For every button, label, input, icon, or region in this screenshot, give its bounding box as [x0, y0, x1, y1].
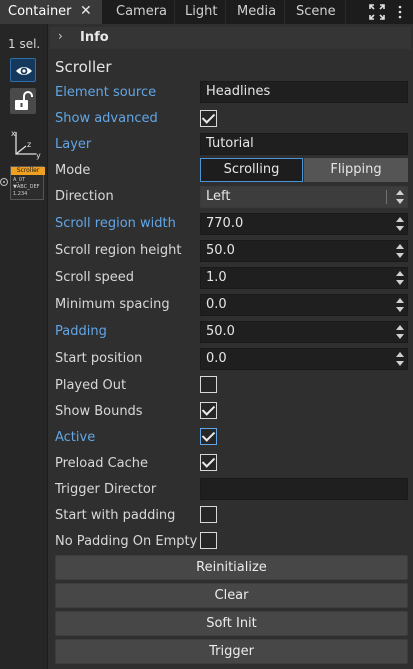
mode-scrolling-button[interactable]: Scrolling — [200, 158, 303, 182]
no-padding-on-empty-label: No Padding On Empty — [55, 534, 198, 549]
visibility-toggle[interactable] — [10, 58, 36, 82]
direction-dropdown[interactable]: Left — [200, 186, 408, 208]
played-out-label: Played Out — [55, 378, 127, 393]
dropdown-arrows-icon — [396, 189, 404, 205]
preload-cache-checkbox[interactable] — [200, 454, 217, 471]
start-position-value: 0.0 — [206, 351, 227, 366]
show-bounds-checkbox[interactable] — [200, 402, 217, 419]
tab-bar: Container ✕ Camera Light Media Scene — [0, 0, 413, 24]
preload-cache-label: Preload Cache — [55, 456, 149, 471]
element-source-field[interactable]: Headlines — [200, 81, 408, 103]
clear-button[interactable]: Clear — [55, 583, 408, 608]
tab-label: Scene — [296, 4, 336, 19]
selection-count: 1 sel. — [8, 37, 41, 51]
start-position-field[interactable]: 0.0 — [200, 348, 408, 370]
padding-label: Padding — [55, 324, 107, 339]
spinner-arrows-icon[interactable] — [396, 243, 404, 259]
trigger-button[interactable]: Trigger — [55, 639, 408, 664]
tab-label: Camera — [116, 4, 168, 19]
padding-value: 50.0 — [206, 324, 235, 339]
start-with-padding-checkbox[interactable] — [200, 506, 217, 523]
tab-divider — [345, 0, 346, 24]
thumbnail-line: 1.234 — [13, 191, 28, 197]
played-out-checkbox[interactable] — [200, 376, 217, 393]
svg-text:x: x — [11, 129, 16, 138]
scroll-region-width-label: Scroll region width — [55, 216, 176, 231]
tab-label: Light — [185, 4, 218, 19]
scroll-speed-label: Scroll speed — [55, 270, 135, 285]
svg-text:z: z — [27, 140, 31, 149]
close-icon[interactable]: ✕ — [80, 0, 92, 24]
active-label: Active — [55, 430, 96, 445]
start-position-label: Start position — [55, 351, 143, 366]
eye-icon — [16, 67, 32, 75]
thumbnail-line: A_0T — [13, 177, 26, 183]
scroll-region-width-field[interactable]: 770.0 — [200, 213, 408, 235]
expand-icon[interactable] — [368, 3, 386, 21]
show-bounds-label: Show Bounds — [55, 404, 143, 419]
thumbnail-line: ▼ABC_DEF — [13, 184, 40, 190]
show-advanced-checkbox[interactable] — [200, 110, 217, 127]
info-title: Info — [80, 30, 109, 45]
no-padding-on-empty-checkbox[interactable] — [200, 532, 217, 549]
soft-init-button[interactable]: Soft Init — [55, 611, 408, 636]
chevron-right-icon: › — [58, 29, 63, 43]
active-indicator-icon — [0, 178, 8, 186]
scroll-region-height-label: Scroll region height — [55, 243, 182, 258]
reinitialize-button[interactable]: Reinitialize — [55, 555, 408, 580]
active-checkbox[interactable] — [200, 428, 217, 445]
direction-value: Left — [206, 189, 231, 204]
scroll-region-height-value: 50.0 — [206, 243, 235, 258]
info-header[interactable]: › Info — [50, 27, 411, 49]
tab-media[interactable]: Media — [226, 0, 284, 24]
section-title: Scroller — [55, 58, 112, 76]
spinner-arrows-icon[interactable] — [396, 324, 404, 340]
thumbnail-title: Scroller — [11, 167, 45, 175]
spinner-arrows-icon[interactable] — [396, 216, 404, 232]
spinner-arrows-icon[interactable] — [396, 297, 404, 313]
minimum-spacing-value: 0.0 — [206, 297, 227, 312]
tab-camera[interactable]: Camera — [103, 0, 174, 24]
start-with-padding-label: Start with padding — [55, 508, 176, 523]
dropdown-divider — [386, 190, 387, 204]
mode-flipping-button[interactable]: Flipping — [304, 158, 408, 182]
layer-value: Tutorial — [206, 136, 254, 151]
scroll-region-width-value: 770.0 — [206, 216, 244, 231]
properties-panel: › Info Scroller Element source Headlines… — [48, 24, 413, 669]
more-options-icon[interactable] — [395, 5, 405, 19]
scroller-thumbnail[interactable]: Scroller A_0T ▼ABC_DEF 1.234 — [10, 166, 45, 200]
tab-label: Media — [237, 4, 277, 19]
lock-toggle[interactable] — [10, 88, 36, 114]
scroll-region-height-field[interactable]: 50.0 — [200, 240, 408, 262]
scroll-speed-value: 1.0 — [206, 270, 227, 285]
unlock-icon — [15, 91, 33, 110]
spinner-arrows-icon[interactable] — [396, 351, 404, 367]
trigger-director-label: Trigger Director — [55, 482, 157, 497]
minimum-spacing-field[interactable]: 0.0 — [200, 294, 408, 316]
svg-text:y: y — [36, 151, 41, 160]
element-source-label: Element source — [55, 85, 157, 100]
tab-label: Container — [8, 4, 72, 19]
axes-icon: x z y — [11, 129, 41, 160]
trigger-director-field[interactable] — [200, 478, 408, 500]
layer-label: Layer — [55, 137, 92, 152]
show-advanced-label: Show advanced — [55, 111, 158, 126]
tab-light[interactable]: Light — [175, 0, 225, 24]
element-source-value: Headlines — [206, 84, 271, 99]
layer-field[interactable]: Tutorial — [200, 133, 408, 155]
left-toolbar: 1 sel. x z y Scroller A_0T ▼ABC_DEF 1.23… — [0, 24, 48, 669]
scroll-speed-field[interactable]: 1.0 — [200, 267, 408, 289]
spinner-arrows-icon[interactable] — [396, 270, 404, 286]
direction-label: Direction — [55, 189, 114, 204]
tab-scene[interactable]: Scene — [285, 0, 345, 24]
mode-label: Mode — [55, 163, 91, 178]
padding-field[interactable]: 50.0 — [200, 321, 408, 343]
minimum-spacing-label: Minimum spacing — [55, 297, 170, 312]
